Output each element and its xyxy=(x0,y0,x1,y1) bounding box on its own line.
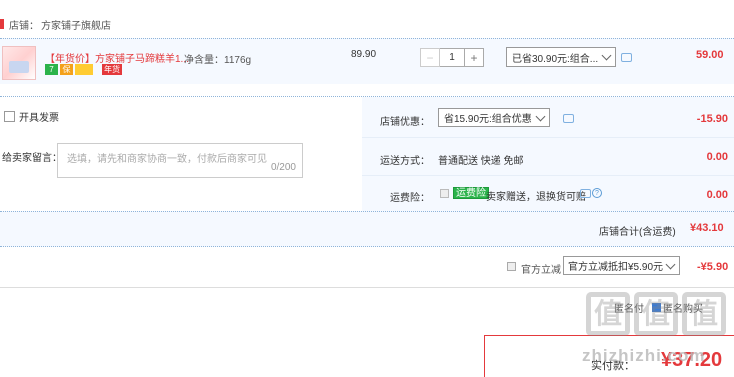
seller-message-count: 0/200 xyxy=(270,162,296,173)
quantity-stepper: − 1 + xyxy=(420,48,484,67)
shipping-method: 普通配送 快递 免邮 xyxy=(438,156,524,167)
chevron-down-icon xyxy=(665,259,676,270)
invoice-option[interactable]: 开具发票 xyxy=(4,109,59,124)
item-promo-select[interactable]: 已省30.90元:组合... xyxy=(506,47,616,67)
shipping-label: 运送方式： xyxy=(380,156,430,167)
store-promo-value: 省15.90元:组合优惠 xyxy=(444,114,532,125)
seven-day-return-badge: 7 xyxy=(45,64,58,75)
insurance-checkbox xyxy=(440,189,449,198)
official-discount-checkbox[interactable] xyxy=(507,262,516,271)
product-thumbnail[interactable] xyxy=(2,46,36,80)
guarantee-badge: 保 xyxy=(60,64,73,75)
shop-label: 店铺： xyxy=(9,20,39,32)
store-promo-label: 店铺优惠： xyxy=(380,117,430,128)
quantity-input[interactable]: 1 xyxy=(440,48,464,67)
quantity-minus-button[interactable]: − xyxy=(420,48,440,67)
divider xyxy=(362,137,734,138)
chevron-down-icon xyxy=(601,50,612,61)
divider xyxy=(0,287,734,288)
product-weight: 净含量：1176g xyxy=(184,55,252,66)
store-total-bar: 店铺合计(含运费) ¥43.10 xyxy=(0,211,734,247)
insurance-amount: 0.00 xyxy=(706,189,728,201)
watermark-glyph: 值 xyxy=(586,292,630,336)
shop-icon xyxy=(0,19,4,29)
cart-item: 【年货价】方家铺子马蹄糕羊1... 7 保 年货 净含量：1176g 89.90… xyxy=(0,38,734,84)
quantity-plus-button[interactable]: + xyxy=(464,48,484,67)
message-icon[interactable] xyxy=(621,53,632,62)
watermark-glyph: 值 xyxy=(682,292,726,336)
order-options-right: 店铺优惠： 省15.90元:组合优惠 -15.90 运送方式： 普通配送 快递 … xyxy=(362,97,734,212)
invoice-label: 开具发票 xyxy=(19,113,59,124)
card-payment-badge xyxy=(75,64,93,75)
official-discount-label: 官方立减 xyxy=(521,265,561,276)
store-total-amount: ¥43.10 xyxy=(690,222,724,234)
insurance-tag: 运费险 xyxy=(453,187,489,199)
official-discount-row: 官方立减 官方立减抵扣¥5.90元 -¥5.90 xyxy=(0,254,734,280)
seller-message-placeholder: 选填，请先和商家协商一致，付款后商家可见 xyxy=(67,154,267,165)
watermark-glyph: 值 xyxy=(634,292,678,336)
seller-message-input[interactable]: 选填，请先和商家协商一致，付款后商家可见 0/200 xyxy=(57,143,303,178)
order-options-left: 开具发票 给卖家留言： 选填，请先和商家协商一致，付款后商家可见 0/200 xyxy=(0,97,362,212)
item-promo-value: 已省30.90元:组合... xyxy=(512,53,599,65)
invoice-checkbox[interactable] xyxy=(4,111,15,122)
shop-name-link[interactable]: 方家铺子旗舰店 xyxy=(41,17,111,32)
product-badges: 7 保 年货 xyxy=(45,64,122,75)
official-discount-amount: -¥5.90 xyxy=(697,261,729,273)
message-icon[interactable] xyxy=(563,114,574,123)
product-title-link[interactable]: 【年货价】方家铺子马蹄糕羊1... xyxy=(45,50,189,65)
store-promo-select[interactable]: 省15.90元:组合优惠 xyxy=(438,108,550,127)
store-promo-amount: -15.90 xyxy=(696,113,728,125)
seller-message-label: 给卖家留言： xyxy=(2,153,62,164)
watermark-logo: 值 值 值 xyxy=(586,292,726,336)
official-discount-value: 官方立减抵扣¥5.90元 xyxy=(568,262,664,273)
store-total-label: 店铺合计(含运费) xyxy=(599,227,676,238)
order-options: 开具发票 给卖家留言： 选填，请先和商家协商一致，付款后商家可见 0/200 店… xyxy=(0,96,734,212)
insurance-text: 卖家赠送，退换货可赔 xyxy=(486,192,586,203)
message-icon[interactable] xyxy=(580,189,591,198)
item-subtotal: 59.00 xyxy=(696,49,724,61)
watermark-text: zhizhizhi.com xyxy=(582,346,706,365)
unit-price: 89.90 xyxy=(351,49,377,60)
new-year-badge: 年货 xyxy=(102,64,122,75)
chevron-down-icon xyxy=(535,111,546,122)
shop-header: 店铺： 方家铺子旗舰店 xyxy=(0,14,111,34)
insurance-label: 运费险： xyxy=(390,193,430,204)
official-discount-select[interactable]: 官方立减抵扣¥5.90元 xyxy=(563,256,680,275)
help-icon[interactable]: ? xyxy=(592,188,602,198)
divider xyxy=(362,175,734,176)
shipping-amount: 0.00 xyxy=(706,151,728,163)
